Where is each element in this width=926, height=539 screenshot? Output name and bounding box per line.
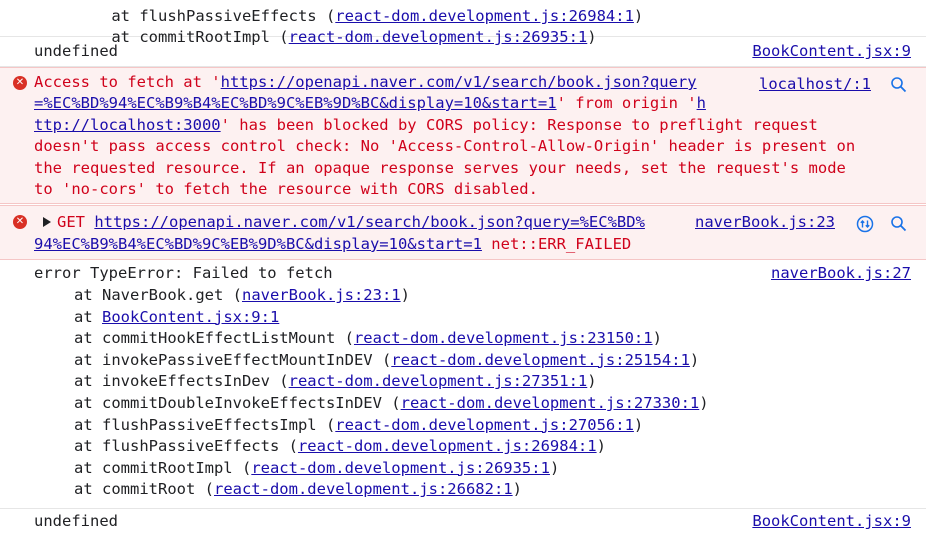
top-stack-trace: at flushPassiveEffects (react-dom.develo…: [0, 0, 926, 46]
request-url-link[interactable]: =%EC%BD%94%EC%B9%B4%EC%BD%9C%EB%9D%BC&di…: [34, 94, 557, 112]
origin-url-link[interactable]: h: [697, 94, 706, 112]
error-text-line: =%EC%BD%94%EC%B9%B4%EC%BD%9C%EB%9D%BC&di…: [34, 94, 706, 112]
stack-frame-link[interactable]: react-dom.development.js:25154:1: [391, 351, 690, 369]
stack-frame: at NaverBook.get (naverBook.js:23:1): [74, 286, 410, 304]
network-request-icon[interactable]: [856, 215, 874, 233]
error-text-line: doesn't pass access control check: No 'A…: [34, 137, 856, 155]
error-text-line: Access to fetch at 'https://openapi.nave…: [34, 73, 697, 91]
log-message: undefined: [34, 42, 118, 60]
stack-frame-link[interactable]: react-dom.development.js:26935:1: [251, 459, 550, 477]
request-method: GET: [57, 213, 85, 231]
request-url-link[interactable]: https://openapi.naver.com/v1/search/book…: [221, 73, 697, 91]
error-text-line: the requested resource. If an opaque res…: [34, 159, 846, 177]
stack-frame-link[interactable]: react-dom.development.js:27056:1: [335, 416, 634, 434]
stack-frame-link[interactable]: BookContent.jsx:9:1: [102, 308, 279, 326]
stack-frame: at BookContent.jsx:9:1: [74, 307, 280, 326]
cors-error-row: ✕ localhost/:1 Access to fetch at 'https…: [0, 67, 926, 204]
source-link[interactable]: BookContent.jsx:9: [752, 512, 911, 530]
magnifier-icon[interactable]: [890, 76, 908, 94]
stack-frame-link[interactable]: react-dom.development.js:27330:1: [401, 394, 700, 412]
network-error-row: ✕ GET https://openapi.naver.com/v1/searc…: [0, 205, 926, 260]
source-link[interactable]: BookContent.jsx:9: [752, 42, 911, 60]
stack-frame-link[interactable]: naverBook.js:23:1: [242, 286, 401, 304]
log-message: undefined: [34, 512, 118, 530]
stack-frame: at flushPassiveEffectsImpl (react-dom.de…: [74, 415, 644, 434]
stack-frame-link[interactable]: react-dom.development.js:27351:1: [289, 372, 588, 390]
error-header: error TypeError: Failed to fetch: [34, 264, 333, 282]
stack-frame: at flushPassiveEffects (react-dom.develo…: [74, 437, 606, 456]
stack-frame: at commitDoubleInvokeEffectsInDEV (react…: [74, 394, 709, 412]
error-circle-icon: ✕: [13, 215, 27, 229]
stack-frame: at invokeEffectsInDev (react-dom.develop…: [74, 372, 597, 391]
request-status: net::ERR_FAILED: [491, 235, 632, 253]
origin-url-link[interactable]: ttp://localhost:3000: [34, 116, 221, 134]
error-text-line: to 'no-cors' to fetch the resource with …: [34, 180, 538, 198]
console-log-row: undefined BookContent.jsx:9: [0, 37, 926, 67]
request-line: 94%EC%B9%B4%EC%BD%9C%EB%9D%BC&display=10…: [34, 235, 631, 253]
console-log-row: undefined BookContent.jsx:9: [0, 509, 926, 539]
type-error-row: error TypeError: Failed to fetch naverBo…: [0, 261, 926, 509]
source-link[interactable]: naverBook.js:23: [695, 213, 835, 231]
expand-triangle-icon[interactable]: [43, 217, 51, 227]
stack-frame: at commitHookEffectListMount (react-dom.…: [74, 329, 662, 348]
error-text-line: ttp://localhost:3000' has been blocked b…: [34, 116, 818, 134]
error-circle-icon: ✕: [13, 76, 27, 90]
request-line: GET https://openapi.naver.com/v1/search/…: [57, 213, 645, 231]
stack-frame: at invokePassiveEffectMountInDEV (react-…: [74, 350, 700, 369]
request-url-link[interactable]: 94%EC%B9%B4%EC%BD%9C%EB%9D%BC&display=10…: [34, 235, 482, 253]
stack-frame-link[interactable]: react-dom.development.js:23150:1: [354, 329, 653, 347]
source-link[interactable]: naverBook.js:27: [771, 264, 911, 282]
magnifier-icon[interactable]: [890, 215, 908, 233]
request-url-link[interactable]: https://openapi.naver.com/v1/search/book…: [94, 213, 645, 231]
stack-frame-link[interactable]: react-dom.development.js:26984:1: [298, 437, 597, 455]
stack-frame: at commitRoot (react-dom.development.js:…: [74, 480, 522, 499]
stack-frame: at commitRootImpl (react-dom.development…: [74, 458, 560, 477]
source-link[interactable]: localhost/:1: [759, 75, 871, 93]
stack-frame-link[interactable]: react-dom.development.js:26682:1: [214, 480, 513, 498]
